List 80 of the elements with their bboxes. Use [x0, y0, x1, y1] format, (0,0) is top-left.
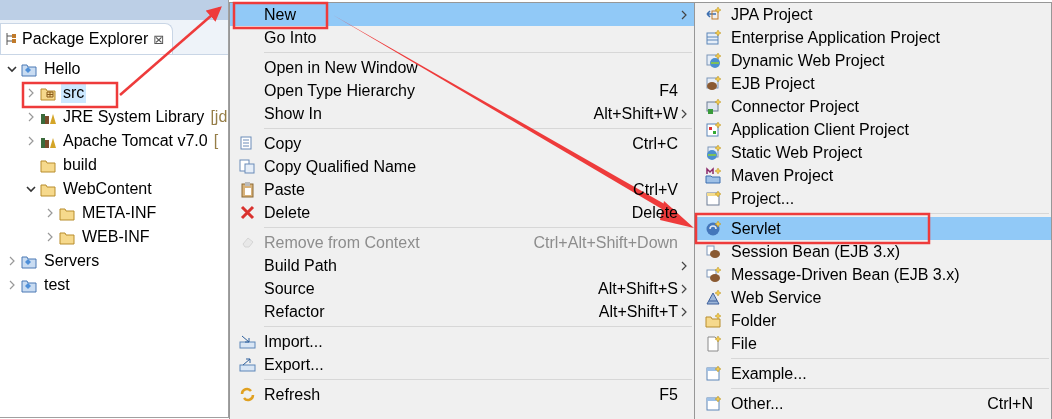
tree-item[interactable]: src	[61, 83, 87, 103]
menu-item[interactable]: Folder	[695, 309, 1051, 332]
maven-project-icon	[704, 167, 722, 184]
menu-item[interactable]: Refactor Alt+Shift+T	[230, 300, 694, 323]
tree-item[interactable]: Hello	[42, 59, 83, 79]
folder-icon	[40, 181, 57, 197]
menu-item[interactable]: Build Path	[230, 254, 694, 277]
menu-item[interactable]: Connector Project	[695, 95, 1051, 118]
menu-item[interactable]: Source Alt+Shift+S	[230, 277, 694, 300]
menu-item[interactable]: Project...	[695, 187, 1051, 210]
menu-item[interactable]: Maven Project	[695, 164, 1051, 187]
menu-item[interactable]: Export...	[230, 353, 694, 376]
expanded-chevron-icon[interactable]	[6, 63, 18, 75]
menu-item[interactable]: Import...	[230, 330, 694, 353]
menu-item[interactable]: Copy Ctrl+C	[230, 132, 694, 155]
menu-item[interactable]: Dynamic Web Project	[695, 49, 1051, 72]
tree-item[interactable]: WebContent	[61, 179, 154, 199]
file-icon	[704, 335, 722, 352]
menu-item[interactable]: EJB Project	[695, 72, 1051, 95]
web-service-icon	[704, 289, 722, 306]
expanded-chevron-icon[interactable]	[25, 183, 37, 195]
globe-project-icon	[704, 52, 722, 69]
folder-icon	[40, 157, 57, 173]
bean-project-icon	[704, 75, 722, 92]
explorer-tab[interactable]: Package Explorer ⊠	[0, 23, 174, 54]
bean-icon	[704, 243, 722, 260]
tree-icon	[5, 32, 17, 46]
import-icon	[238, 333, 256, 350]
tree-item-decoration: [jd	[210, 108, 228, 126]
window-icon	[704, 365, 722, 382]
tree-item[interactable]: WEB-INF	[80, 227, 152, 247]
tree-item[interactable]: JRE System Library	[61, 107, 207, 127]
menu-item[interactable]: File	[695, 332, 1051, 355]
servlet-icon	[704, 220, 722, 237]
menu-item[interactable]: Session Bean (EJB 3.x)	[695, 240, 1051, 263]
menu-item[interactable]: Enterprise Application Project	[695, 26, 1051, 49]
folder-icon	[59, 205, 76, 221]
clipboard-icon	[238, 181, 256, 198]
project-icon	[21, 277, 38, 293]
menu-item[interactable]: Open Type Hierarchy F4	[230, 79, 694, 102]
refresh-icon	[238, 386, 256, 403]
tree-item[interactable]: build	[61, 155, 99, 175]
project-icon	[21, 253, 38, 269]
delete-icon	[238, 204, 256, 221]
menu-item[interactable]: Example...	[695, 362, 1051, 385]
client-project-icon	[704, 121, 722, 138]
tab-title: Package Explorer	[22, 30, 149, 48]
menu-item[interactable]: Web Service	[695, 286, 1051, 309]
folder-icon	[704, 312, 722, 329]
tree-item[interactable]: Apache Tomcat v7.0	[61, 131, 210, 151]
project-icon	[704, 190, 722, 207]
connector-project-icon	[704, 98, 722, 115]
tree-item-decoration: [	[213, 132, 219, 150]
close-button[interactable]: ⊠	[153, 31, 165, 47]
copy-icon	[238, 158, 256, 175]
project-icon	[21, 61, 38, 77]
globe-project-icon	[704, 144, 722, 161]
menu-item[interactable]: Copy Qualified Name	[230, 155, 694, 178]
menu-item[interactable]: Message-Driven Bean (EJB 3.x)	[695, 263, 1051, 286]
menu-item[interactable]: Other... Ctrl+N	[695, 392, 1051, 415]
menu-item[interactable]: Application Client Project	[695, 118, 1051, 141]
jpa-project-icon	[704, 6, 722, 23]
menu-item[interactable]: Go Into	[230, 26, 694, 49]
menu-item[interactable]: Show In Alt+Shift+W	[230, 102, 694, 125]
menu-item[interactable]: Refresh F5	[230, 383, 694, 406]
menu-item[interactable]: JPA Project	[695, 3, 1051, 26]
tree-item[interactable]: META-INF	[80, 203, 159, 223]
package-folder-icon	[40, 85, 57, 101]
tree-item[interactable]: Servers	[42, 251, 102, 271]
folder-icon	[59, 229, 76, 245]
tree-item[interactable]: test	[42, 275, 72, 295]
enterprise-project-icon	[704, 29, 722, 46]
window-icon	[704, 395, 722, 412]
menu-item[interactable]: New	[230, 3, 694, 26]
menu-item[interactable]: Paste Ctrl+V	[230, 178, 694, 201]
export-icon	[238, 356, 256, 373]
menu-item[interactable]: Static Web Project	[695, 141, 1051, 164]
menu-item[interactable]: Servlet	[695, 217, 1051, 240]
bean-icon	[704, 266, 722, 283]
menu-item[interactable]: Open in New Window	[230, 56, 694, 79]
